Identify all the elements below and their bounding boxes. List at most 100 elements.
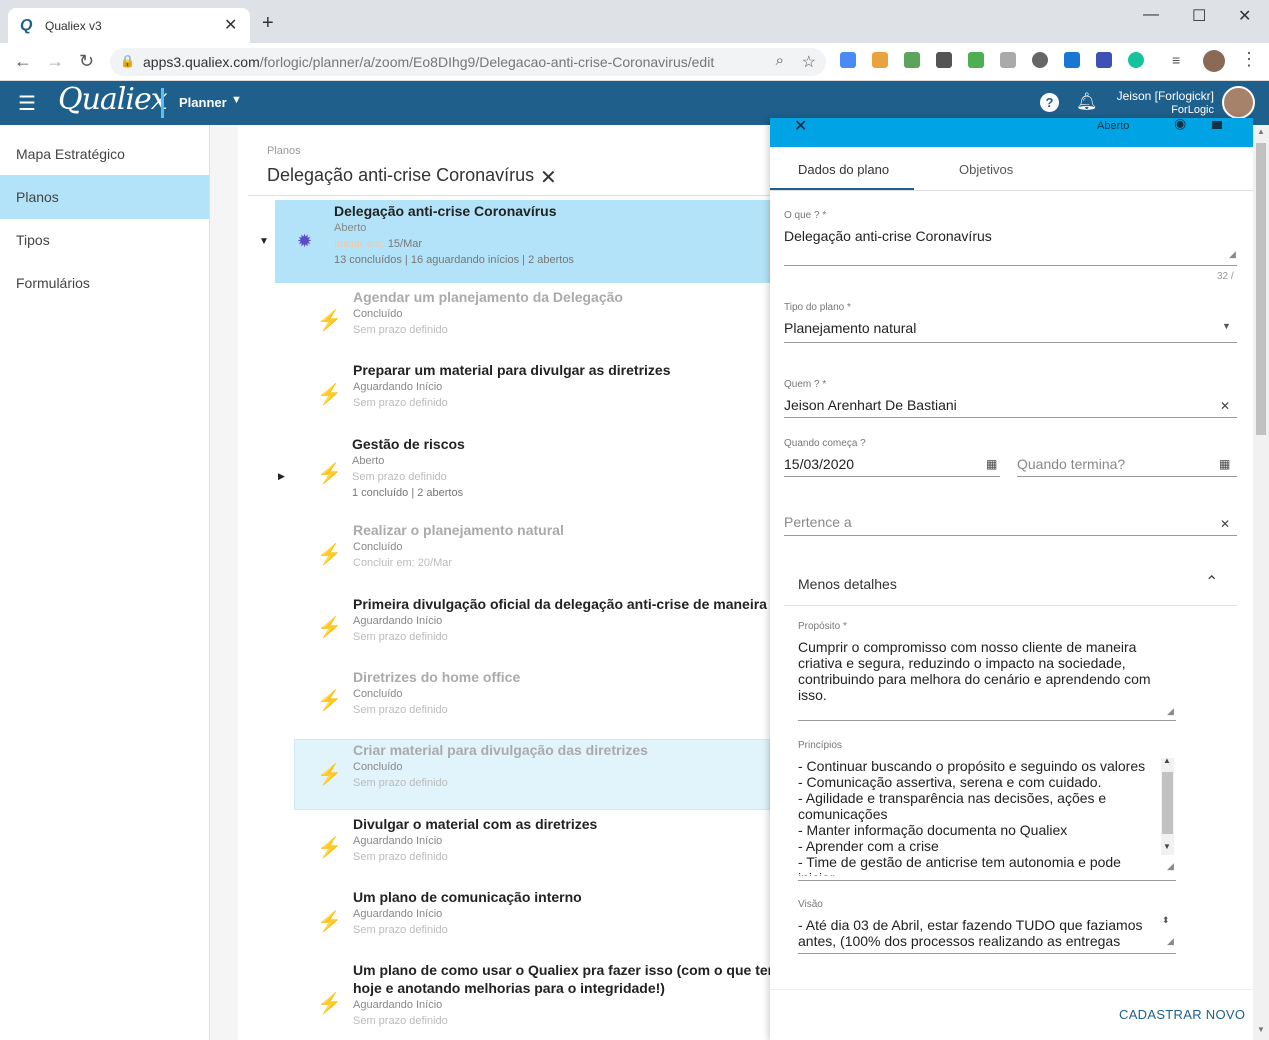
minimize-icon[interactable]: — xyxy=(1143,6,1159,24)
extension-icon[interactable] xyxy=(1096,52,1112,68)
chart-extension-icon[interactable] xyxy=(904,52,920,68)
comeca-input[interactable]: 15/03/2020 xyxy=(784,456,854,472)
scroll-up-icon[interactable]: ▲ xyxy=(1163,756,1171,765)
browser-tab[interactable]: Q Qualiex v3 ✕ xyxy=(8,8,250,43)
underline xyxy=(1017,476,1237,477)
help-icon[interactable]: ? xyxy=(1040,93,1059,112)
close-panel-icon[interactable]: ✕ xyxy=(794,116,807,136)
textarea-scrollbar[interactable] xyxy=(1161,758,1174,855)
resize-handle-icon[interactable]: ◢ xyxy=(1167,861,1174,872)
lightning-icon: ⚡ xyxy=(317,617,342,639)
item-status: Aguardando Início xyxy=(353,615,443,627)
resize-handle-icon[interactable]: ◢ xyxy=(1229,249,1236,260)
browser-tabstrip: Q Qualiex v3 ✕ + — ☐ ✕ xyxy=(0,0,1269,43)
zoom-icon[interactable]: ⌕ xyxy=(776,52,784,69)
reload-icon[interactable]: ↻ xyxy=(79,51,94,72)
forward-icon[interactable]: → xyxy=(46,51,64,72)
close-window-icon[interactable]: ✕ xyxy=(1238,6,1251,26)
extension-icon[interactable] xyxy=(1064,52,1080,68)
underline xyxy=(784,476,1000,477)
scrollbar-thumb[interactable] xyxy=(1162,772,1173,834)
underline xyxy=(784,265,1237,266)
underline xyxy=(784,417,1237,418)
logo-divider xyxy=(161,88,164,118)
chevron-up-icon[interactable]: ⌃ xyxy=(1205,572,1218,592)
resize-handle-icon[interactable]: ◢ xyxy=(1167,706,1174,717)
close-plan-icon[interactable]: ✕ xyxy=(540,165,557,190)
caret-down-icon[interactable]: ▼ xyxy=(231,94,242,106)
extension-icon[interactable] xyxy=(872,52,888,68)
item-title-line2: hoje e anotando melhorias para o integri… xyxy=(353,980,665,996)
item-title: Um plano de comunicação interno xyxy=(353,889,582,905)
page-title: Delegação anti-crise Coronavírus xyxy=(267,165,535,185)
chrome-profile-avatar[interactable] xyxy=(1203,50,1225,72)
scrollbar-thumb[interactable] xyxy=(1256,143,1266,435)
module-selector[interactable]: Planner xyxy=(179,95,227,110)
item-deadline: Sem prazo definido xyxy=(353,397,448,409)
tab-objetivos[interactable]: Objetivos xyxy=(959,162,1013,177)
expand-arrow-icon[interactable]: ▶ xyxy=(278,471,285,482)
chrome-menu-icon[interactable]: ⋮ xyxy=(1240,49,1258,70)
new-tab-icon[interactable]: + xyxy=(262,13,274,33)
item-deadline: Concluir em: 20/Mar xyxy=(353,557,453,569)
page-scrollbar[interactable]: ▲ ▼ xyxy=(1253,125,1269,1040)
item-status: Aberto xyxy=(352,455,385,467)
sidebar-item-mapa-estrategico[interactable]: Mapa Estratégico xyxy=(0,132,209,176)
pertence-input[interactable]: Pertence a xyxy=(784,514,852,530)
details-toggle[interactable]: Menos detalhes xyxy=(798,576,897,592)
hamburger-menu-icon[interactable]: ☰ xyxy=(18,91,36,116)
item-summary: 1 concluído | 2 abertos xyxy=(352,487,464,499)
spinner-icon[interactable]: ⬍ xyxy=(1162,915,1170,926)
calendar-icon[interactable]: ▦ xyxy=(986,457,997,471)
user-avatar[interactable] xyxy=(1222,86,1255,119)
scroll-down-icon[interactable]: ▼ xyxy=(1257,1025,1265,1034)
scroll-up-icon[interactable]: ▲ xyxy=(1257,127,1265,136)
o-que-input[interactable]: Delegação anti-crise Coronavírus xyxy=(784,228,992,244)
lightning-icon: ⚡ xyxy=(317,544,342,566)
proposito-textarea[interactable]: Cumprir o compromisso com nosso cliente … xyxy=(798,639,1168,705)
sidebar-item-formularios[interactable]: Formulários xyxy=(0,261,209,305)
breadcrumb[interactable]: Planos xyxy=(267,145,301,157)
calendar-icon[interactable]: ▦ xyxy=(1219,457,1230,471)
grammarly-extension-icon[interactable] xyxy=(1128,52,1144,68)
sidebar-item-tipos[interactable]: Tipos xyxy=(0,218,209,262)
qualiex-logo[interactable]: Qualiex xyxy=(58,82,168,117)
visao-textarea[interactable]: - Até dia 03 de Abril, estar fazendo TUD… xyxy=(798,917,1160,949)
principios-textarea[interactable]: - Continuar buscando o propósito e segui… xyxy=(798,758,1160,876)
collapse-arrow-icon[interactable]: ▼ xyxy=(259,236,269,247)
plan-title: Delegação anti-crise Coronavírus xyxy=(334,203,557,219)
back-icon[interactable]: ← xyxy=(14,51,32,72)
k-extension-icon[interactable] xyxy=(936,52,952,68)
eye-icon[interactable]: ◉ xyxy=(1174,115,1186,132)
sidebar-item-planos[interactable]: Planos xyxy=(0,175,209,219)
termina-input[interactable]: Quando termina? xyxy=(1017,456,1125,472)
quem-input[interactable]: Jeison Arenhart De Bastiani xyxy=(784,397,957,413)
tipo-select[interactable]: Planejamento natural xyxy=(784,320,916,336)
scroll-down-icon[interactable]: ▼ xyxy=(1163,842,1171,851)
extension-icon[interactable] xyxy=(1000,52,1016,68)
edit-plan-panel: ✕ Aberto ◉ Dados do plano Objetivos O qu… xyxy=(770,115,1253,1040)
item-title: Realizar o planejamento natural xyxy=(353,522,564,538)
resize-handle-icon[interactable]: ◢ xyxy=(1167,936,1174,947)
tab-dados-do-plano[interactable]: Dados do plano xyxy=(798,162,889,177)
address-bar[interactable]: 🔒 apps3.qualiex.com/forlogic/planner/a/z… xyxy=(110,48,826,76)
close-tab-icon[interactable]: ✕ xyxy=(224,15,237,35)
clear-icon[interactable]: ✕ xyxy=(1220,517,1230,531)
item-status: Concluído xyxy=(353,308,403,320)
item-title: Divulgar o material com as diretrizes xyxy=(353,816,598,832)
item-status: Concluído xyxy=(353,761,403,773)
item-title: Preparar um material para divulgar as di… xyxy=(353,362,671,378)
clear-icon[interactable]: ✕ xyxy=(1220,399,1230,413)
evernote-extension-icon[interactable] xyxy=(968,52,984,68)
maximize-icon[interactable]: ☐ xyxy=(1192,6,1206,26)
bookmark-star-icon[interactable]: ☆ xyxy=(802,52,816,72)
extension-icon[interactable] xyxy=(1032,52,1048,68)
notifications-bell-icon[interactable]: 🔔︎ xyxy=(1076,92,1098,112)
translate-extension-icon[interactable] xyxy=(840,52,856,68)
dropdown-arrow-icon[interactable]: ▼ xyxy=(1222,321,1231,331)
media-queue-icon[interactable]: ≡ xyxy=(1172,52,1188,68)
lightning-icon: ⚡ xyxy=(317,463,342,485)
delete-icon[interactable] xyxy=(1212,121,1222,129)
user-info[interactable]: Jeison [Forlogickr] ForLogic xyxy=(1100,89,1214,117)
cadastrar-novo-button[interactable]: CADASTRAR NOVO xyxy=(1119,1007,1245,1022)
